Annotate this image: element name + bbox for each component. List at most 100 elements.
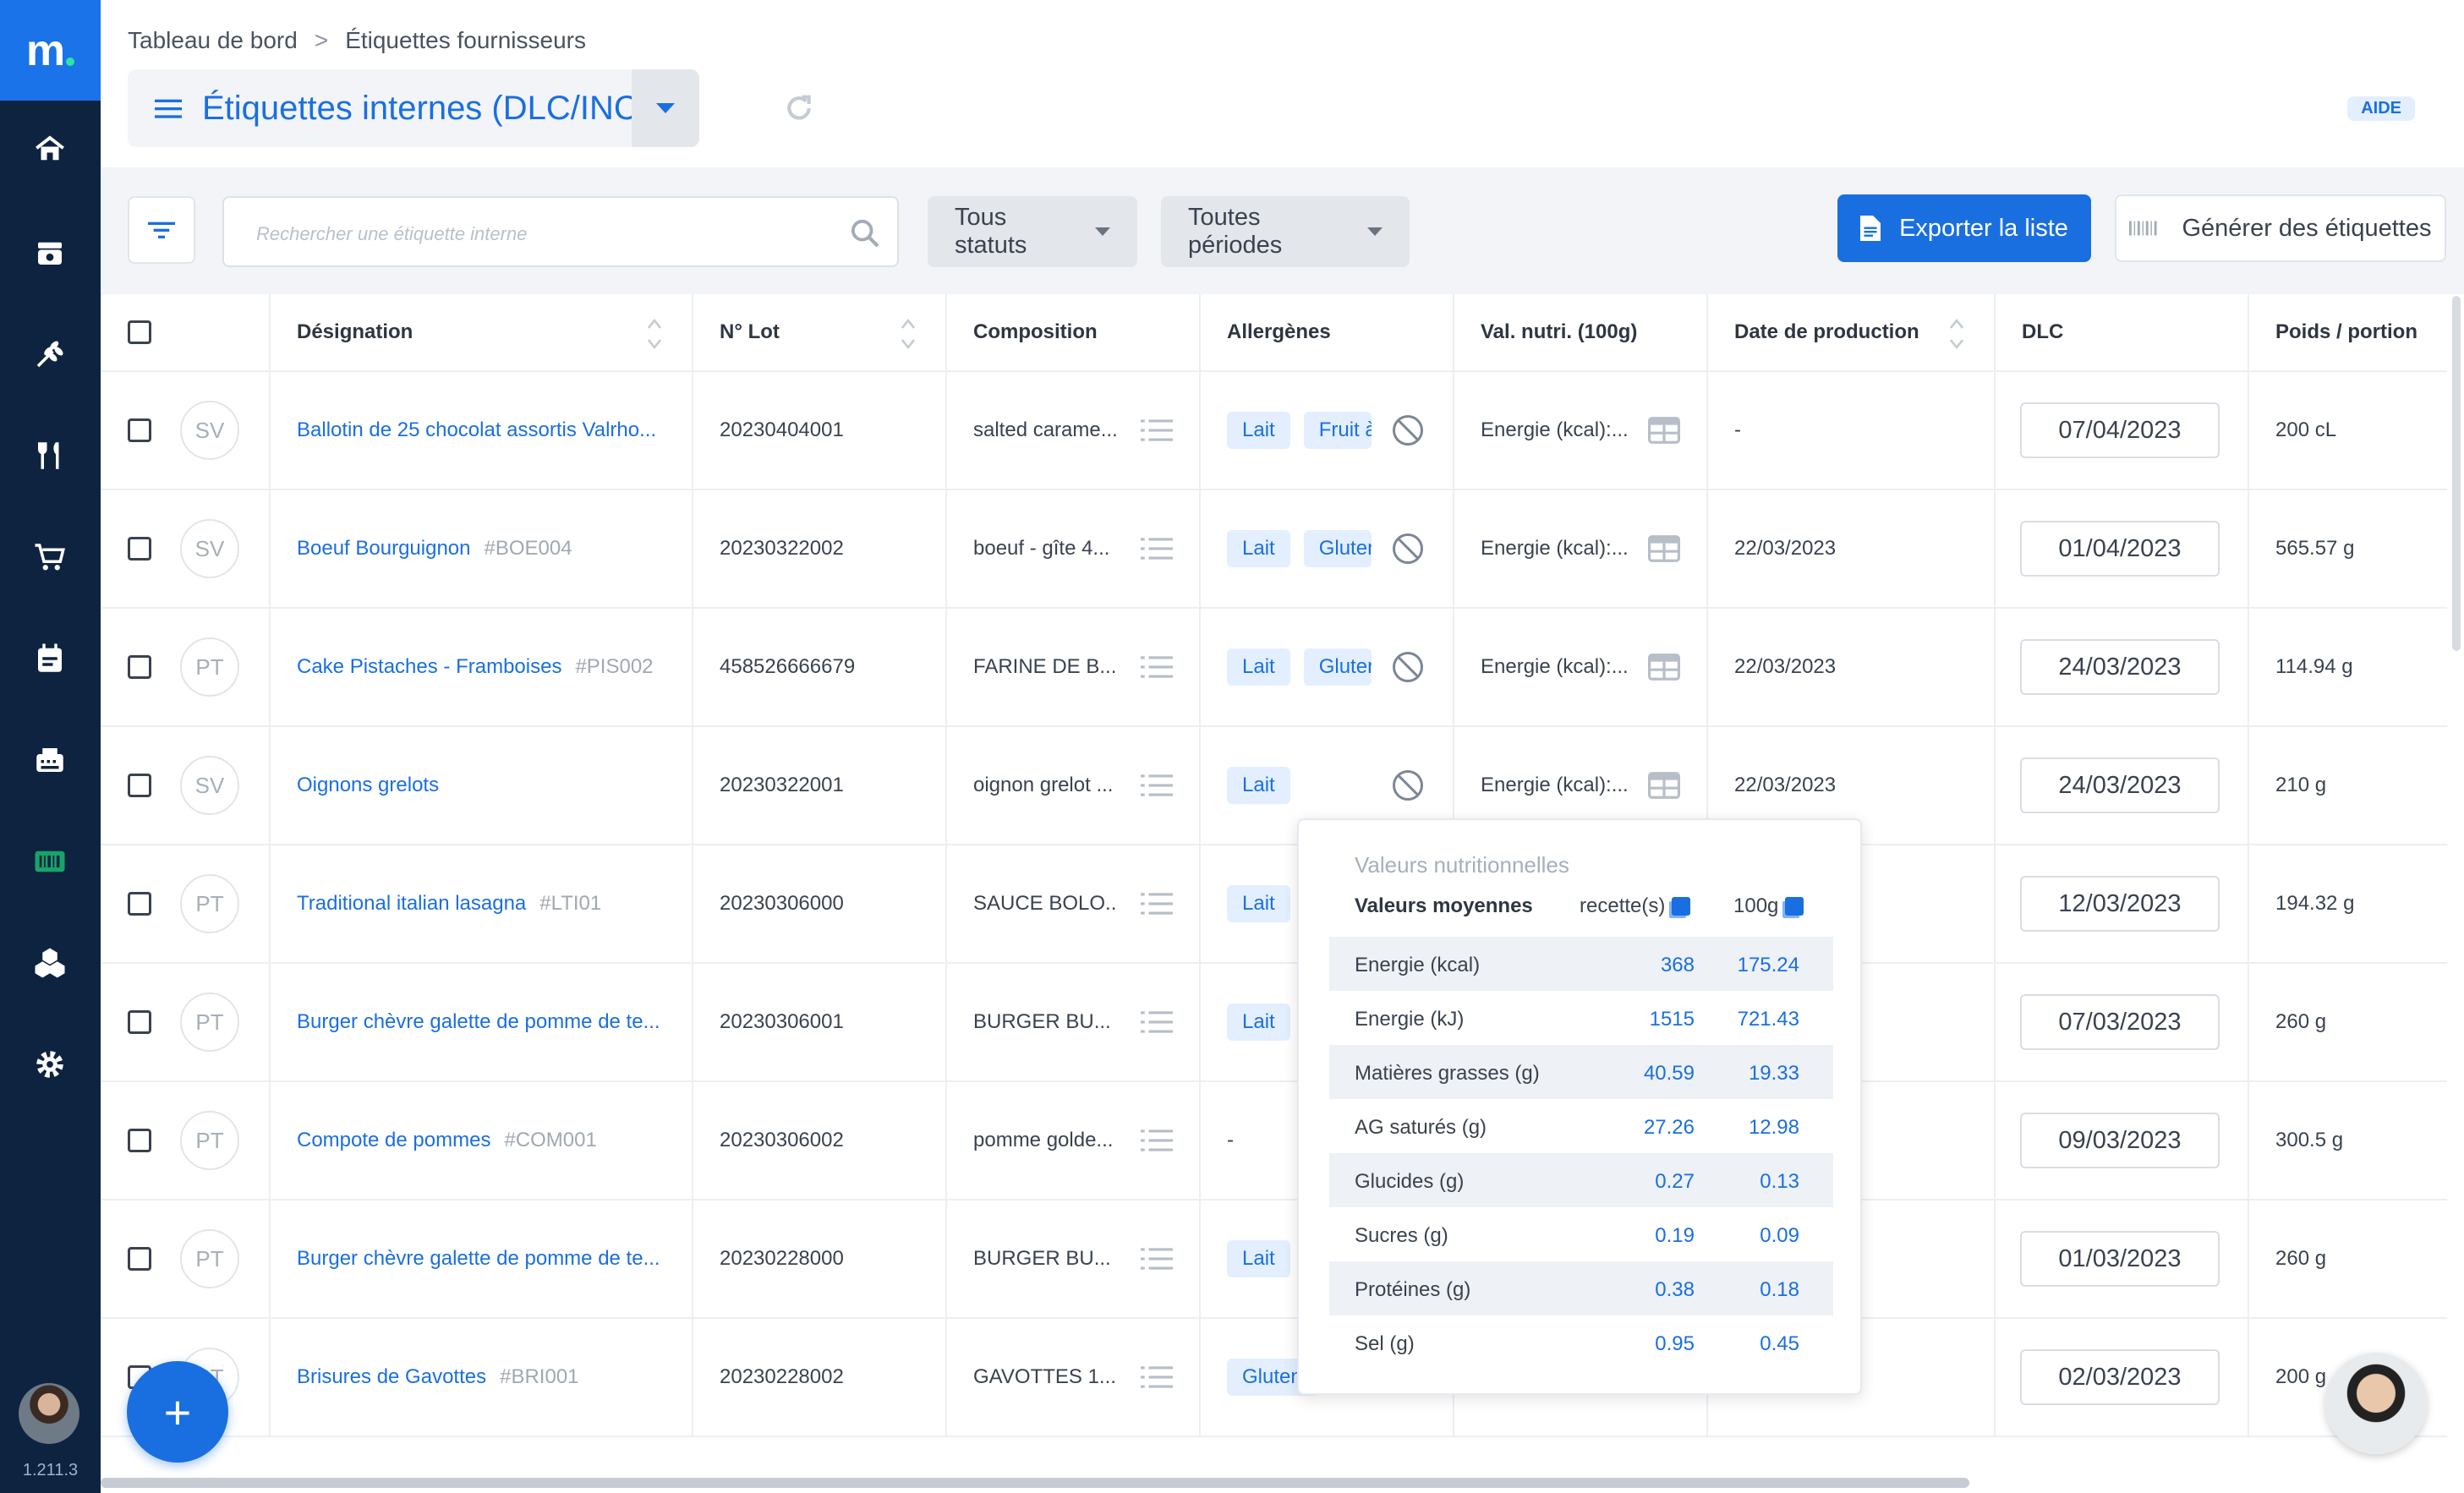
dlc-date-input[interactable]: 24/03/2023	[2020, 757, 2220, 813]
row-checkbox[interactable]	[128, 490, 151, 607]
list-icon[interactable]	[1141, 1200, 1173, 1317]
label-name-link[interactable]: Compote de pommes	[297, 1129, 490, 1152]
breadcrumb-dashboard[interactable]: Tableau de bord	[128, 27, 298, 54]
dlc-date-input[interactable]: 07/04/2023	[2020, 402, 2220, 458]
barcode-icon	[2129, 221, 2158, 236]
table-icon[interactable]	[1648, 372, 1680, 489]
no-allergen-icon[interactable]	[1393, 490, 1423, 607]
select-all-checkbox[interactable]	[128, 294, 151, 370]
table-row[interactable]: SV Boeuf Bourguignon #BOE004 20230322002 boe…	[101, 490, 2447, 609]
column-header-designation[interactable]: Désignation	[297, 294, 413, 370]
label-name-link[interactable]: Burger chèvre galette de pomme de te...	[297, 1010, 660, 1034]
cart-icon[interactable]	[30, 538, 69, 577]
sort-icon[interactable]	[1949, 314, 1964, 353]
allergen-tag: Fruit à	[1303, 412, 1372, 449]
row-checkbox[interactable]	[128, 727, 151, 844]
list-icon[interactable]	[1141, 490, 1173, 607]
row-checkbox[interactable]	[128, 845, 151, 962]
export-button[interactable]: Exporter la liste	[1837, 194, 2091, 262]
column-header-production-date[interactable]: Date de production	[1734, 294, 1919, 370]
table-row[interactable]: SV Ballotin de 25 chocolat assortis Valrh…	[101, 372, 2447, 490]
refresh-icon[interactable]	[782, 91, 816, 125]
label-name-link[interactable]: Burger chèvre galette de pomme de te...	[297, 1247, 660, 1271]
add-button[interactable]: +	[127, 1361, 228, 1463]
wheat-icon[interactable]	[30, 335, 69, 374]
app-logo[interactable]: m	[0, 0, 101, 101]
label-name-link[interactable]: Oignons grelots	[297, 774, 439, 797]
copy-icon[interactable]	[1785, 897, 1804, 916]
table-row[interactable]: PTBrisures de Gavottes#BRI00120230228002…	[101, 1319, 2447, 1437]
nutrient-name: Energie (kcal)	[1355, 954, 1481, 976]
calendar-icon[interactable]	[30, 639, 69, 678]
period-filter-dropdown[interactable]: Toutes périodes	[1161, 196, 1410, 267]
vertical-scrollbar[interactable]	[2452, 296, 2461, 651]
lot-number: 20230228000	[720, 1247, 844, 1270]
table-row[interactable]: PT Cake Pistaches - Framboises #PIS002 4585…	[101, 609, 2447, 727]
gear-icon[interactable]	[30, 1045, 69, 1084]
nutrient-recipe-value: 0.27	[1655, 1170, 1695, 1193]
copy-icon[interactable]	[1672, 897, 1691, 916]
boxes-icon[interactable]	[30, 943, 69, 982]
table-row[interactable]: PT Burger chèvre galette de pomme de te..…	[101, 964, 2447, 1082]
label-name-link[interactable]: Boeuf Bourguignon	[297, 537, 471, 561]
help-badge[interactable]: AIDE	[2347, 96, 2415, 121]
search-input[interactable]: Rechercher une étiquette interne	[222, 196, 899, 267]
allergen-tag: Lait	[1227, 1004, 1290, 1041]
generate-labels-label: Générer des étiquettes	[2182, 214, 2432, 242]
dlc-date-input[interactable]: 24/03/2023	[2020, 639, 2220, 695]
generate-labels-button[interactable]: Générer des étiquettes	[2115, 194, 2446, 262]
list-icon[interactable]	[1141, 372, 1173, 489]
row-checkbox[interactable]	[128, 609, 151, 725]
table-row[interactable]: PT Burger chèvre galette de pomme de te..…	[101, 1200, 2447, 1319]
row-checkbox[interactable]	[128, 964, 151, 1080]
dlc-date-input[interactable]: 12/03/2023	[2020, 876, 2220, 932]
sort-icon[interactable]	[901, 314, 916, 353]
dlc-date-input[interactable]: 02/03/2023	[2020, 1349, 2220, 1405]
row-checkbox[interactable]	[128, 1200, 151, 1317]
dlc-date-input[interactable]: 01/03/2023	[2020, 1231, 2220, 1287]
breadcrumb-supplier-labels[interactable]: Étiquettes fournisseurs	[345, 27, 586, 54]
home-icon[interactable]	[30, 130, 69, 169]
user-avatar[interactable]	[19, 1383, 79, 1444]
page-selector[interactable]: Étiquettes internes (DLC/INCO)	[128, 69, 699, 147]
filter-button[interactable]	[128, 196, 195, 264]
label-name-link[interactable]: Cake Pistaches - Framboises	[297, 655, 561, 679]
column-header-lot[interactable]: N° Lot	[720, 294, 780, 370]
list-icon[interactable]	[1141, 609, 1173, 725]
dlc-date-input[interactable]: 07/03/2023	[2020, 994, 2220, 1050]
nutrition-row: Protéines (g) 0.38 0.18	[1329, 1261, 1833, 1315]
printer-icon[interactable]	[30, 741, 69, 779]
no-allergen-icon[interactable]	[1393, 609, 1423, 725]
support-chat-avatar[interactable]	[2325, 1353, 2427, 1454]
label-name-link[interactable]: Brisures de Gavottes	[297, 1365, 486, 1389]
table-icon[interactable]	[1648, 490, 1680, 607]
nutrient-name: Sucres (g)	[1355, 1224, 1448, 1247]
label-name-link[interactable]: Ballotin de 25 chocolat assortis Valrho.…	[297, 418, 656, 442]
table-row[interactable]: PT Compote de pommes #COM001 20230306002 pom…	[101, 1082, 2447, 1200]
horizontal-scrollbar[interactable]	[101, 1478, 1969, 1488]
status-filter-dropdown[interactable]: Tous statuts	[928, 196, 1137, 267]
dlc-date-input[interactable]: 01/04/2023	[2020, 521, 2220, 577]
top-bar: Tableau de bord > Étiquettes fournisseur…	[101, 0, 2464, 167]
table-row[interactable]: SV Oignons grelots 20230322001 oignon grelo…	[101, 727, 2447, 845]
barcode-icon[interactable]	[30, 842, 69, 881]
list-icon[interactable]	[1141, 1082, 1173, 1199]
row-checkbox[interactable]	[128, 1082, 151, 1199]
utensils-icon[interactable]	[30, 436, 69, 475]
chevron-down-icon[interactable]	[632, 69, 699, 147]
list-icon[interactable]	[1141, 964, 1173, 1080]
list-icon[interactable]	[1141, 1319, 1173, 1436]
nutrient-100g-value: 0.13	[1760, 1170, 1799, 1193]
dlc-date-input[interactable]: 09/03/2023	[2020, 1113, 2220, 1168]
list-icon[interactable]	[1141, 727, 1173, 844]
table-icon[interactable]	[1648, 609, 1680, 725]
list-icon[interactable]	[1141, 845, 1173, 962]
sort-icon[interactable]	[647, 314, 662, 353]
nutrient-name: Protéines (g)	[1355, 1278, 1471, 1301]
table-row[interactable]: PT Traditional italian lasagna #LTI01 20230…	[101, 845, 2447, 964]
row-checkbox[interactable]	[128, 372, 151, 489]
recipe-code: #BOE004	[484, 537, 572, 560]
label-name-link[interactable]: Traditional italian lasagna	[297, 892, 526, 916]
inbox-icon[interactable]	[30, 233, 69, 272]
no-allergen-icon[interactable]	[1393, 372, 1423, 489]
